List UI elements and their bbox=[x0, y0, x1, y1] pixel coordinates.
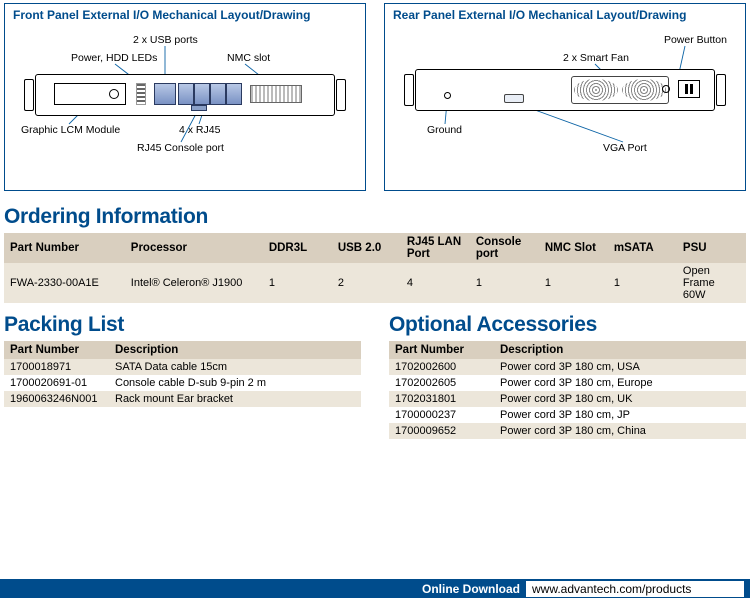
led-strip-icon bbox=[136, 83, 146, 105]
col-header: USB 2.0 bbox=[332, 233, 401, 263]
footer-url[interactable]: www.advantech.com/products bbox=[526, 581, 744, 597]
cell: 1700018971 bbox=[4, 359, 109, 375]
accessories-table: Part NumberDescription 1702002600Power c… bbox=[389, 341, 746, 439]
lcm-module-icon bbox=[54, 83, 126, 105]
footer-label: Online Download bbox=[422, 582, 520, 596]
ordering-header-row: Part NumberProcessorDDR3LUSB 2.0RJ45 LAN… bbox=[4, 233, 746, 263]
cell: 1 bbox=[608, 263, 677, 303]
col-header: Description bbox=[494, 341, 746, 359]
ordering-heading: Ordering Information bbox=[4, 205, 746, 229]
rack-ear-left-icon bbox=[24, 79, 34, 111]
cell: SATA Data cable 15cm bbox=[109, 359, 361, 375]
accessories-body: 1702002600Power cord 3P 180 cm, USA17020… bbox=[389, 359, 746, 439]
cell: 1702031801 bbox=[389, 391, 494, 407]
col-header: Part Number bbox=[4, 341, 109, 359]
diagram-row: Front Panel External I/O Mechanical Layo… bbox=[4, 3, 746, 191]
table-row: 1700020691-01Console cable D-sub 9-pin 2… bbox=[4, 375, 361, 391]
col-header: PSU bbox=[677, 233, 746, 263]
cell: Power cord 3P 180 cm, China bbox=[494, 423, 746, 439]
cell: 2 bbox=[332, 263, 401, 303]
col-header: NMC Slot bbox=[539, 233, 608, 263]
cell: Rack mount Ear bracket bbox=[109, 391, 361, 407]
rack-ear-right-icon bbox=[716, 74, 726, 106]
cell: 1702002600 bbox=[389, 359, 494, 375]
smart-fans-icon bbox=[571, 76, 669, 104]
col-header: Console port bbox=[470, 233, 539, 263]
cell: Console cable D-sub 9-pin 2 m bbox=[109, 375, 361, 391]
cell: Power cord 3P 180 cm, Europe bbox=[494, 375, 746, 391]
accessories-header-row: Part NumberDescription bbox=[389, 341, 746, 359]
cell: FWA-2330-00A1E bbox=[4, 263, 125, 303]
col-header: Description bbox=[109, 341, 361, 359]
usb-ports-icon bbox=[154, 83, 176, 105]
bottom-spacer bbox=[4, 439, 746, 579]
vga-port-icon bbox=[504, 94, 524, 103]
nmc-slot-icon bbox=[250, 85, 302, 103]
rack-ear-left-icon bbox=[404, 74, 414, 106]
cell: 1700020691-01 bbox=[4, 375, 109, 391]
rear-unit bbox=[415, 69, 715, 111]
rack-ear-right-icon bbox=[336, 79, 346, 111]
rear-panel-diagram: Rear Panel External I/O Mechanical Layou… bbox=[384, 3, 746, 191]
cell: 1 bbox=[539, 263, 608, 303]
front-unit bbox=[35, 74, 335, 116]
cell: 1 bbox=[470, 263, 539, 303]
table-row: 1700018971SATA Data cable 15cm bbox=[4, 359, 361, 375]
cell: Power cord 3P 180 cm, JP bbox=[494, 407, 746, 423]
table-row: FWA-2330-00A1EIntel® Celeron® J190012411… bbox=[4, 263, 746, 303]
cell: Open Frame 60W bbox=[677, 263, 746, 303]
ordering-body: FWA-2330-00A1EIntel® Celeron® J190012411… bbox=[4, 263, 746, 303]
console-port-icon bbox=[191, 105, 207, 111]
front-panel-diagram: Front Panel External I/O Mechanical Layo… bbox=[4, 3, 366, 191]
power-button-icon bbox=[662, 85, 670, 93]
table-row: 1702002600Power cord 3P 180 cm, USA bbox=[389, 359, 746, 375]
power-inlet-icon bbox=[678, 80, 700, 98]
table-row: 1702031801Power cord 3P 180 cm, UK bbox=[389, 391, 746, 407]
rj45-ports-icon bbox=[178, 83, 242, 105]
table-row: 1700000237Power cord 3P 180 cm, JP bbox=[389, 407, 746, 423]
cell: 1700009652 bbox=[389, 423, 494, 439]
cell: 1702002605 bbox=[389, 375, 494, 391]
accessories-heading: Optional Accessories bbox=[389, 313, 746, 337]
cell: 1960063246N001 bbox=[4, 391, 109, 407]
col-header: Part Number bbox=[389, 341, 494, 359]
col-header: DDR3L bbox=[263, 233, 332, 263]
col-header: mSATA bbox=[608, 233, 677, 263]
col-header: RJ45 LAN Port bbox=[401, 233, 470, 263]
col-header: Processor bbox=[125, 233, 263, 263]
ground-screw-icon bbox=[444, 92, 451, 99]
cell: 1 bbox=[263, 263, 332, 303]
cell: 1700000237 bbox=[389, 407, 494, 423]
cell: Intel® Celeron® J1900 bbox=[125, 263, 263, 303]
packing-heading: Packing List bbox=[4, 313, 361, 337]
ordering-table: Part NumberProcessorDDR3LUSB 2.0RJ45 LAN… bbox=[4, 233, 746, 303]
col-header: Part Number bbox=[4, 233, 125, 263]
cell: Power cord 3P 180 cm, USA bbox=[494, 359, 746, 375]
packing-body: 1700018971SATA Data cable 15cm1700020691… bbox=[4, 359, 361, 407]
cell: 4 bbox=[401, 263, 470, 303]
packing-table: Part NumberDescription 1700018971SATA Da… bbox=[4, 341, 361, 407]
table-row: 1702002605Power cord 3P 180 cm, Europe bbox=[389, 375, 746, 391]
table-row: 1700009652Power cord 3P 180 cm, China bbox=[389, 423, 746, 439]
table-row: 1960063246N001Rack mount Ear bracket bbox=[4, 391, 361, 407]
packing-header-row: Part NumberDescription bbox=[4, 341, 361, 359]
cell: Power cord 3P 180 cm, UK bbox=[494, 391, 746, 407]
footer-bar: Online Download www.advantech.com/produc… bbox=[0, 579, 750, 598]
